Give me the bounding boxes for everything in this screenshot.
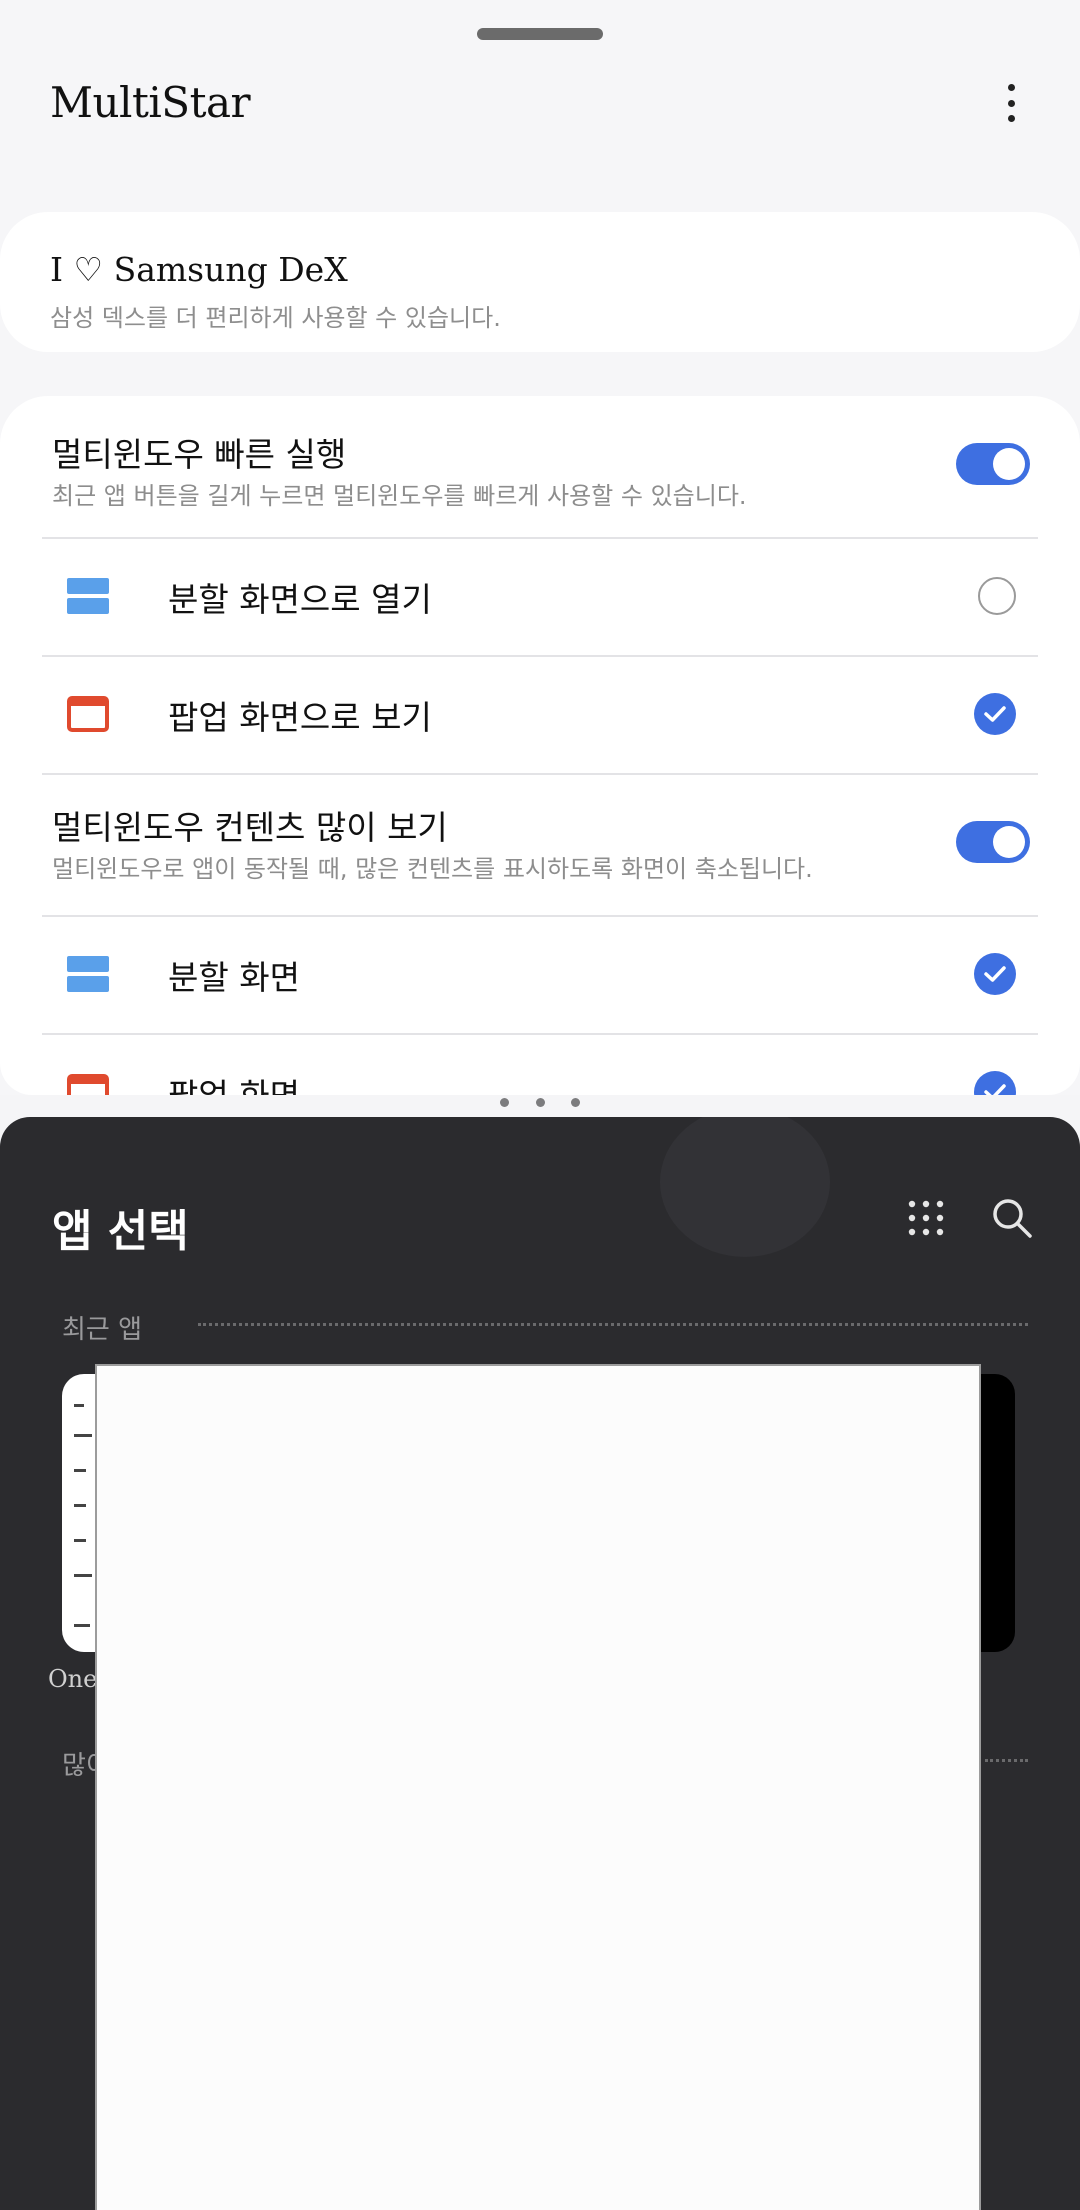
quick-launch-toggle[interactable] <box>956 443 1030 485</box>
drag-handle[interactable] <box>477 28 603 40</box>
more-content-subtitle: 멀티윈도우로 앱이 동작될 때, 많은 컨텐츠를 표시하도록 화면이 축소됩니다… <box>52 855 813 883</box>
more-content-title: 멀티윈도우 컨텐츠 많이 보기 <box>52 808 448 847</box>
option-popup-screen-label: 팝업 화면 <box>168 1069 300 1095</box>
option-split-open[interactable]: 분할 화면으로 열기 <box>42 539 1038 655</box>
section-divider <box>985 1759 1028 1762</box>
more-content-row[interactable]: 멀티윈도우 컨텐츠 많이 보기 멀티윈도우로 앱이 동작될 때, 많은 컨텐츠를… <box>42 775 1038 915</box>
option-split-screen-check[interactable] <box>974 953 1016 995</box>
more-options-icon[interactable] <box>994 78 1028 128</box>
option-popup-screen-check[interactable] <box>974 1071 1016 1095</box>
multiwindow-settings-card: 멀티윈도우 빠른 실행 최근 앱 버튼을 길게 누르면 멀티윈도우를 빠르게 사… <box>0 396 1080 1095</box>
app-title: MultiStar <box>50 78 251 127</box>
recent-apps-label: 최근 앱 <box>62 1315 143 1345</box>
app-picker-title: 앱 선택 <box>52 1206 189 1257</box>
option-popup-view-check[interactable] <box>974 693 1016 735</box>
blank-popup-overlay <box>95 1364 981 2210</box>
popup-window-icon <box>67 1074 109 1095</box>
option-split-screen-label: 분할 화면 <box>168 958 300 997</box>
option-split-screen[interactable]: 분할 화면 <box>42 917 1038 1033</box>
quick-launch-subtitle: 최근 앱 버튼을 길게 누르면 멀티윈도우를 빠르게 사용할 수 있습니다. <box>52 482 747 510</box>
option-popup-view-label: 팝업 화면으로 보기 <box>168 698 432 737</box>
recent-app-label: One <box>48 1665 98 1693</box>
search-icon[interactable] <box>991 1197 1033 1239</box>
app-grid-icon[interactable] <box>908 1200 944 1236</box>
dex-card-subtitle: 삼성 덱스를 더 편리하게 사용할 수 있습니다. <box>50 304 501 332</box>
option-split-open-label: 분할 화면으로 열기 <box>168 580 432 619</box>
quick-launch-title: 멀티윈도우 빠른 실행 <box>52 435 347 474</box>
more-content-toggle[interactable] <box>956 821 1030 863</box>
option-popup-screen[interactable]: 팝업 화면 <box>42 1035 1038 1095</box>
option-split-open-radio[interactable] <box>978 577 1016 615</box>
section-divider <box>198 1323 1028 1326</box>
quick-launch-row[interactable]: 멀티윈도우 빠른 실행 최근 앱 버튼을 길게 누르면 멀티윈도우를 빠르게 사… <box>42 418 1038 513</box>
samsung-dex-card[interactable]: I ♡ Samsung DeX 삼성 덱스를 더 편리하게 사용할 수 있습니다… <box>0 212 1080 352</box>
background-decoration <box>660 1117 830 1257</box>
option-popup-view[interactable]: 팝업 화면으로 보기 <box>42 657 1038 773</box>
dex-card-title: I ♡ Samsung DeX <box>50 250 348 289</box>
popup-window-icon <box>67 696 109 732</box>
multistar-settings-pane: MultiStar I ♡ Samsung DeX 삼성 덱스를 더 편리하게 … <box>0 0 1080 1095</box>
split-screen-icon <box>67 578 109 614</box>
split-divider-handle[interactable] <box>500 1098 580 1112</box>
split-screen-icon <box>67 956 109 992</box>
